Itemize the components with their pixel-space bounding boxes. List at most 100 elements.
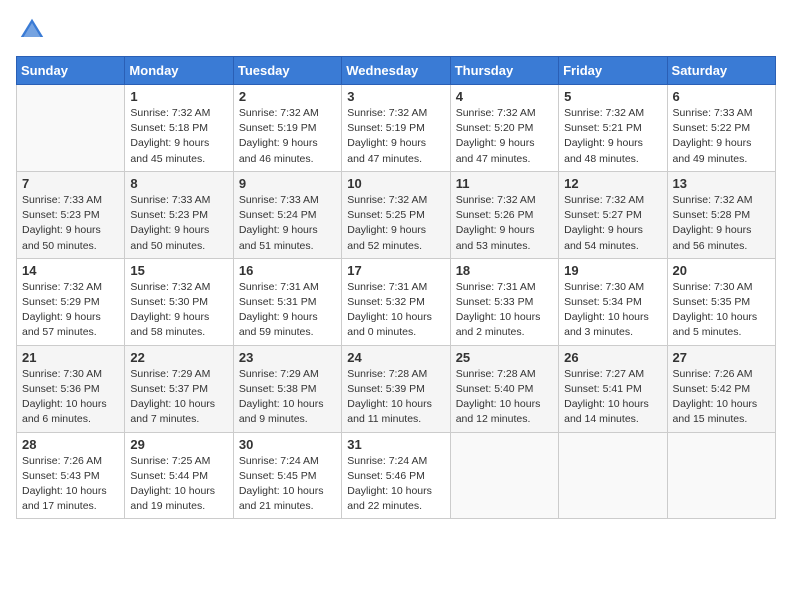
col-header-tuesday: Tuesday	[233, 57, 341, 85]
day-number: 22	[130, 350, 227, 365]
cell-content: Sunrise: 7:24 AM Sunset: 5:46 PM Dayligh…	[347, 454, 444, 515]
week-row-3: 14 Sunrise: 7:32 AM Sunset: 5:29 PM Dayli…	[17, 258, 776, 345]
calendar-cell: 14 Sunrise: 7:32 AM Sunset: 5:29 PM Dayli…	[17, 258, 125, 345]
calendar-cell: 13 Sunrise: 7:32 AM Sunset: 5:28 PM Dayli…	[667, 171, 775, 258]
day-number: 20	[673, 263, 770, 278]
calendar-cell: 29 Sunrise: 7:25 AM Sunset: 5:44 PM Dayli…	[125, 432, 233, 519]
cell-content: Sunrise: 7:28 AM Sunset: 5:40 PM Dayligh…	[456, 367, 553, 428]
day-number: 13	[673, 176, 770, 191]
day-number: 3	[347, 89, 444, 104]
cell-content: Sunrise: 7:32 AM Sunset: 5:29 PM Dayligh…	[22, 280, 119, 341]
cell-content: Sunrise: 7:32 AM Sunset: 5:20 PM Dayligh…	[456, 106, 553, 167]
cell-content: Sunrise: 7:28 AM Sunset: 5:39 PM Dayligh…	[347, 367, 444, 428]
day-number: 15	[130, 263, 227, 278]
week-row-5: 28 Sunrise: 7:26 AM Sunset: 5:43 PM Dayli…	[17, 432, 776, 519]
cell-content: Sunrise: 7:32 AM Sunset: 5:19 PM Dayligh…	[239, 106, 336, 167]
calendar-cell: 11Sunrise: 7:32 AM Sunset: 5:26 PM Dayli…	[450, 171, 558, 258]
col-header-thursday: Thursday	[450, 57, 558, 85]
cell-content: Sunrise: 7:33 AM Sunset: 5:23 PM Dayligh…	[130, 193, 227, 254]
calendar-cell: 17 Sunrise: 7:31 AM Sunset: 5:32 PM Dayli…	[342, 258, 450, 345]
cell-content: Sunrise: 7:27 AM Sunset: 5:41 PM Dayligh…	[564, 367, 661, 428]
day-number: 14	[22, 263, 119, 278]
day-number: 28	[22, 437, 119, 452]
cell-content: Sunrise: 7:32 AM Sunset: 5:18 PM Dayligh…	[130, 106, 227, 167]
page-header	[16, 16, 776, 44]
calendar-cell: 1 Sunrise: 7:32 AM Sunset: 5:18 PM Daylig…	[125, 85, 233, 172]
cell-content: Sunrise: 7:26 AM Sunset: 5:43 PM Dayligh…	[22, 454, 119, 515]
day-number: 1	[130, 89, 227, 104]
day-number: 23	[239, 350, 336, 365]
calendar-cell: 3 Sunrise: 7:32 AM Sunset: 5:19 PM Daylig…	[342, 85, 450, 172]
calendar-cell: 15 Sunrise: 7:32 AM Sunset: 5:30 PM Dayli…	[125, 258, 233, 345]
cell-content: Sunrise: 7:31 AM Sunset: 5:31 PM Dayligh…	[239, 280, 336, 341]
cell-content: Sunrise: 7:32 AM Sunset: 5:25 PM Dayligh…	[347, 193, 444, 254]
cell-content: Sunrise: 7:29 AM Sunset: 5:37 PM Dayligh…	[130, 367, 227, 428]
calendar-cell: 24 Sunrise: 7:28 AM Sunset: 5:39 PM Dayli…	[342, 345, 450, 432]
cell-content: Sunrise: 7:33 AM Sunset: 5:24 PM Dayligh…	[239, 193, 336, 254]
calendar-cell	[667, 432, 775, 519]
calendar-cell: 7Sunrise: 7:33 AM Sunset: 5:23 PM Daylig…	[17, 171, 125, 258]
calendar-cell	[450, 432, 558, 519]
calendar-cell	[559, 432, 667, 519]
col-header-monday: Monday	[125, 57, 233, 85]
calendar-cell: 26 Sunrise: 7:27 AM Sunset: 5:41 PM Dayli…	[559, 345, 667, 432]
day-number: 21	[22, 350, 119, 365]
day-number: 16	[239, 263, 336, 278]
day-number: 19	[564, 263, 661, 278]
col-header-sunday: Sunday	[17, 57, 125, 85]
calendar-cell: 9 Sunrise: 7:33 AM Sunset: 5:24 PM Daylig…	[233, 171, 341, 258]
calendar-cell: 8Sunrise: 7:33 AM Sunset: 5:23 PM Daylig…	[125, 171, 233, 258]
week-row-2: 7Sunrise: 7:33 AM Sunset: 5:23 PM Daylig…	[17, 171, 776, 258]
day-number: 9	[239, 176, 336, 191]
day-number: 11	[456, 176, 553, 191]
col-header-saturday: Saturday	[667, 57, 775, 85]
calendar-cell: 31 Sunrise: 7:24 AM Sunset: 5:46 PM Dayli…	[342, 432, 450, 519]
calendar-table: SundayMondayTuesdayWednesdayThursdayFrid…	[16, 56, 776, 519]
logo	[16, 16, 48, 44]
calendar-cell: 5Sunrise: 7:32 AM Sunset: 5:21 PM Daylig…	[559, 85, 667, 172]
calendar-cell: 4 Sunrise: 7:32 AM Sunset: 5:20 PM Daylig…	[450, 85, 558, 172]
calendar-cell: 12 Sunrise: 7:32 AM Sunset: 5:27 PM Dayli…	[559, 171, 667, 258]
cell-content: Sunrise: 7:29 AM Sunset: 5:38 PM Dayligh…	[239, 367, 336, 428]
calendar-cell: 6 Sunrise: 7:33 AM Sunset: 5:22 PM Daylig…	[667, 85, 775, 172]
calendar-header-row: SundayMondayTuesdayWednesdayThursdayFrid…	[17, 57, 776, 85]
cell-content: Sunrise: 7:31 AM Sunset: 5:33 PM Dayligh…	[456, 280, 553, 341]
week-row-4: 21 Sunrise: 7:30 AM Sunset: 5:36 PM Dayli…	[17, 345, 776, 432]
day-number: 24	[347, 350, 444, 365]
week-row-1: 1 Sunrise: 7:32 AM Sunset: 5:18 PM Daylig…	[17, 85, 776, 172]
day-number: 31	[347, 437, 444, 452]
cell-content: Sunrise: 7:32 AM Sunset: 5:21 PM Dayligh…	[564, 106, 661, 167]
cell-content: Sunrise: 7:30 AM Sunset: 5:35 PM Dayligh…	[673, 280, 770, 341]
calendar-cell: 19 Sunrise: 7:30 AM Sunset: 5:34 PM Dayli…	[559, 258, 667, 345]
calendar-cell: 2 Sunrise: 7:32 AM Sunset: 5:19 PM Daylig…	[233, 85, 341, 172]
day-number: 17	[347, 263, 444, 278]
cell-content: Sunrise: 7:30 AM Sunset: 5:34 PM Dayligh…	[564, 280, 661, 341]
calendar-cell: 28 Sunrise: 7:26 AM Sunset: 5:43 PM Dayli…	[17, 432, 125, 519]
calendar-cell: 21 Sunrise: 7:30 AM Sunset: 5:36 PM Dayli…	[17, 345, 125, 432]
calendar-cell: 16 Sunrise: 7:31 AM Sunset: 5:31 PM Dayli…	[233, 258, 341, 345]
calendar-cell: 27Sunrise: 7:26 AM Sunset: 5:42 PM Dayli…	[667, 345, 775, 432]
day-number: 30	[239, 437, 336, 452]
cell-content: Sunrise: 7:32 AM Sunset: 5:28 PM Dayligh…	[673, 193, 770, 254]
day-number: 2	[239, 89, 336, 104]
logo-icon	[18, 16, 46, 44]
col-header-wednesday: Wednesday	[342, 57, 450, 85]
day-number: 4	[456, 89, 553, 104]
cell-content: Sunrise: 7:25 AM Sunset: 5:44 PM Dayligh…	[130, 454, 227, 515]
day-number: 6	[673, 89, 770, 104]
calendar-cell: 25Sunrise: 7:28 AM Sunset: 5:40 PM Dayli…	[450, 345, 558, 432]
cell-content: Sunrise: 7:32 AM Sunset: 5:30 PM Dayligh…	[130, 280, 227, 341]
cell-content: Sunrise: 7:32 AM Sunset: 5:19 PM Dayligh…	[347, 106, 444, 167]
col-header-friday: Friday	[559, 57, 667, 85]
day-number: 10	[347, 176, 444, 191]
cell-content: Sunrise: 7:32 AM Sunset: 5:27 PM Dayligh…	[564, 193, 661, 254]
calendar-cell: 30Sunrise: 7:24 AM Sunset: 5:45 PM Dayli…	[233, 432, 341, 519]
cell-content: Sunrise: 7:33 AM Sunset: 5:22 PM Dayligh…	[673, 106, 770, 167]
calendar-cell: 20 Sunrise: 7:30 AM Sunset: 5:35 PM Dayli…	[667, 258, 775, 345]
day-number: 29	[130, 437, 227, 452]
day-number: 26	[564, 350, 661, 365]
day-number: 18	[456, 263, 553, 278]
cell-content: Sunrise: 7:30 AM Sunset: 5:36 PM Dayligh…	[22, 367, 119, 428]
cell-content: Sunrise: 7:31 AM Sunset: 5:32 PM Dayligh…	[347, 280, 444, 341]
day-number: 12	[564, 176, 661, 191]
